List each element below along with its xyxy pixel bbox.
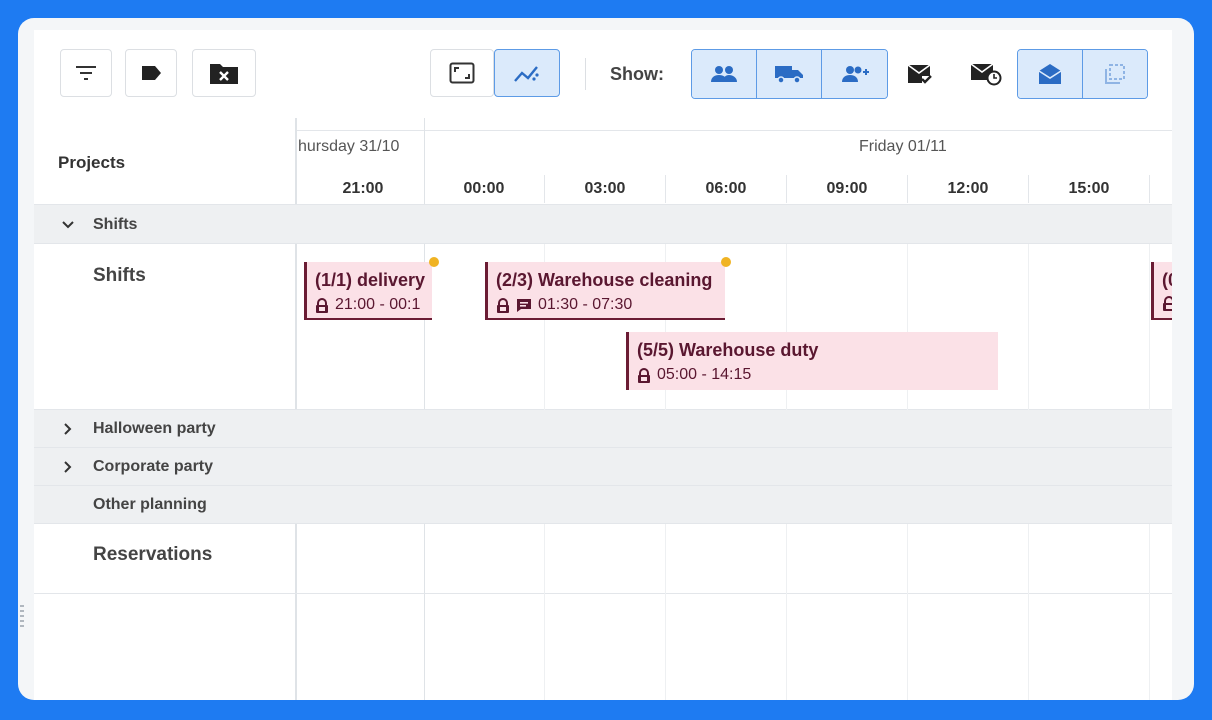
comment-icon	[517, 298, 531, 312]
filter-icon	[76, 66, 96, 80]
shift-card[interactable]: (1/1) delivery 21:00 - 00:1	[304, 262, 432, 320]
chevron-down-icon[interactable]	[61, 218, 75, 232]
hour-tick	[665, 175, 666, 203]
show-people-toggle[interactable]	[692, 50, 757, 98]
shift-card[interactable]: (2/3) Warehouse cleaning 01:30 - 07:30	[485, 262, 725, 320]
trend-icon	[514, 66, 539, 82]
group-row-corporate[interactable]: Corporate party	[34, 448, 1172, 486]
grid-line	[907, 524, 908, 700]
hour-label: 09:00	[826, 180, 868, 197]
chevron-right-icon[interactable]	[61, 422, 75, 436]
hour-label: 21:00	[342, 180, 384, 197]
grid-line	[544, 524, 545, 700]
shift-title: (2/3) Warehouse cleaning	[496, 270, 713, 290]
shift-time: 05:00 - 14:15	[657, 366, 752, 383]
show-pending-mail-toggle[interactable]	[954, 49, 1018, 99]
projects-header: Projects	[58, 153, 126, 172]
grid-line	[1028, 524, 1029, 700]
hour-tick	[786, 175, 787, 203]
shift-meta: 05:00 - 14:15	[637, 366, 751, 384]
app-window: Show: Projects hursday 31/10 Friday 01/1…	[18, 18, 1194, 700]
mail-open-icon	[1038, 64, 1062, 84]
mail-check-icon	[907, 64, 932, 84]
chevron-right-icon[interactable]	[61, 460, 75, 474]
trend-view-button[interactable]	[494, 49, 560, 97]
show-layers-toggle[interactable]	[1082, 50, 1147, 98]
folder-close-icon	[210, 64, 238, 84]
resize-handle-icon[interactable]	[20, 604, 24, 634]
group-row-other: Other planning	[34, 486, 1172, 524]
hour-label: 00:00	[463, 180, 505, 197]
show-opened-mail-toggle[interactable]	[1018, 50, 1083, 98]
day-label-friday: Friday 01/11	[859, 138, 947, 155]
show-confirmed-mail-toggle[interactable]	[888, 49, 952, 99]
hour-tick	[1149, 175, 1150, 203]
shift-meta	[1162, 296, 1172, 311]
shift-card[interactable]: (5/5) Warehouse duty 05:00 - 14:15	[626, 332, 998, 390]
fit-screen-icon	[449, 62, 475, 84]
group-label: Shifts	[93, 216, 138, 233]
row-label: Reservations	[93, 544, 213, 565]
filter-button[interactable]	[60, 49, 112, 97]
lock-icon	[497, 297, 509, 313]
shift-title: (0	[1162, 270, 1172, 290]
grid-line	[665, 524, 666, 700]
planner-panel: Show: Projects hursday 31/10 Friday 01/1…	[34, 30, 1172, 700]
shift-title: (1/1) delivery	[315, 270, 426, 290]
hour-label: 06:00	[705, 180, 747, 197]
lock-icon	[638, 367, 650, 383]
hour-tick	[544, 175, 545, 203]
hour-label: 12:00	[947, 180, 989, 197]
show-mail-group	[1017, 49, 1148, 99]
show-label: Show:	[610, 64, 664, 84]
group-row-halloween[interactable]: Halloween party	[34, 410, 1172, 448]
fit-screen-button[interactable]	[430, 49, 494, 97]
close-projects-button[interactable]	[192, 49, 256, 97]
hour-tick	[1028, 175, 1029, 203]
group-label: Other planning	[93, 496, 207, 513]
layers-icon	[1104, 64, 1125, 84]
shift-meta: 01:30 - 07:30	[496, 296, 632, 314]
grid-line	[1028, 244, 1029, 410]
show-vehicles-toggle[interactable]	[757, 50, 822, 98]
group-row-shifts[interactable]: Shifts	[34, 204, 1172, 244]
person-add-icon	[841, 66, 869, 82]
shift-card-underline	[307, 318, 432, 320]
group-label: Halloween party	[93, 420, 216, 437]
tag-icon	[142, 66, 161, 80]
notification-dot	[429, 257, 439, 267]
hour-label: 15:00	[1068, 180, 1110, 197]
people-icon	[711, 66, 737, 82]
mail-clock-icon	[970, 63, 1002, 86]
grid-line	[1149, 524, 1150, 700]
toolbar-divider	[585, 58, 586, 90]
shift-time: 21:00 - 00:1	[335, 296, 421, 313]
lock-icon	[1163, 296, 1172, 311]
day-label-thursday: hursday 31/10	[298, 138, 400, 155]
hour-tick	[907, 175, 908, 203]
shift-card-underline	[1154, 318, 1172, 320]
shift-card-underline	[488, 318, 725, 320]
grid-line	[786, 524, 787, 700]
shift-title: (5/5) Warehouse duty	[637, 340, 819, 360]
hour-label: 03:00	[584, 180, 626, 197]
truck-icon	[775, 66, 803, 84]
tag-button[interactable]	[125, 49, 177, 97]
shift-card[interactable]: (0	[1151, 262, 1172, 320]
reservations-row: Reservations	[34, 524, 1172, 594]
show-add-person-toggle[interactable]	[822, 50, 887, 98]
show-resources-group	[691, 49, 888, 99]
notification-dot	[721, 257, 731, 267]
grid-line	[1149, 244, 1150, 410]
row-label: Shifts	[93, 265, 146, 286]
lock-icon	[316, 297, 328, 313]
group-label: Corporate party	[93, 458, 214, 475]
shift-time: 01:30 - 07:30	[538, 296, 633, 313]
shift-meta: 21:00 - 00:1	[315, 296, 420, 314]
